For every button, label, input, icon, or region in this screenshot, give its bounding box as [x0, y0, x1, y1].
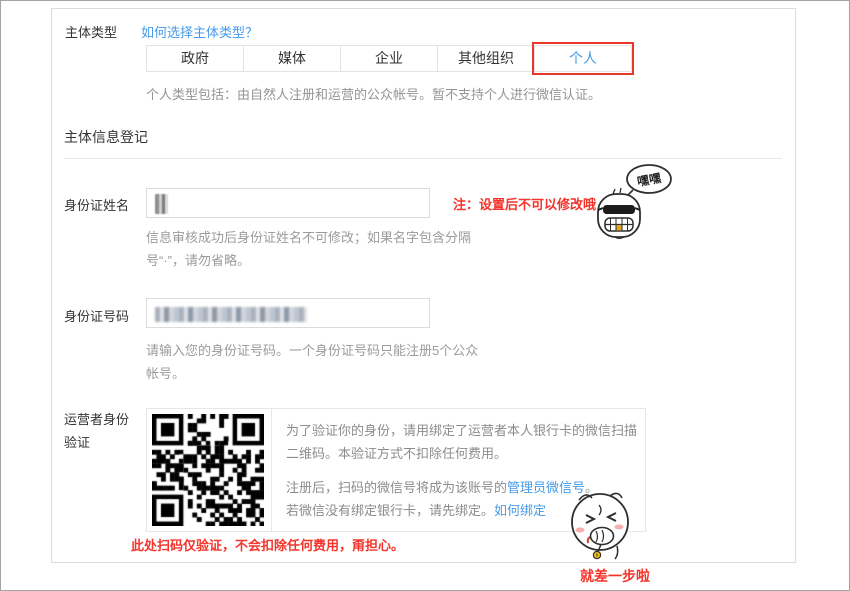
bind-text: 若微信没有绑定银行卡，请先绑定。 — [286, 503, 495, 518]
registration-page: 主体类型 如何选择主体类型？ 政府 媒体 企业 其他组织 个人 个人类型包括：由… — [0, 0, 850, 591]
id-name-input[interactable] — [146, 188, 430, 218]
operator-verify-label-line2: 验证 — [64, 435, 91, 450]
section-title: 主体信息登记 — [64, 129, 148, 145]
masked-name-value — [155, 194, 168, 214]
operator-verify-label-line1: 运营者身份 — [64, 412, 130, 427]
qr-panel-divider — [271, 409, 272, 531]
admin-text: 注册后，扫码的微信号将成为该账号的 — [286, 480, 508, 495]
section-divider — [64, 158, 782, 159]
admin-wechat-link[interactable]: 管理员微信号 — [507, 480, 585, 495]
verify-instruction-line1: 为了验证你的身份，请用绑定了运营者本人银行卡的微信扫描 — [286, 423, 638, 438]
how-to-bind-link[interactable]: 如何绑定 — [494, 503, 546, 518]
id-name-help-line2: 号“·”，请勿省略。 — [146, 253, 250, 268]
tab-other-organization[interactable]: 其他组织 — [438, 46, 535, 71]
qr-code — [152, 414, 264, 526]
admin-text-period: 。 — [585, 480, 599, 495]
id-number-help-line1: 请输入您的身份证号码。一个身份证号码只能注册5个公众 — [146, 343, 479, 358]
footer-red-note: 就差一步啦 — [580, 568, 650, 584]
id-number-help-line2: 帐号。 — [146, 366, 186, 381]
qr-red-caption: 此处扫码仅验证，不会扣除任何费用，甭担心。 — [131, 538, 405, 553]
id-name-help-line1: 信息审核成功后身份证姓名不可修改；如果名字包含分隔 — [146, 230, 472, 245]
subject-type-label: 主体类型 — [65, 25, 118, 40]
tab-media[interactable]: 媒体 — [244, 46, 341, 71]
masked-id-number-value — [155, 307, 307, 322]
personal-type-description: 个人类型包括：由自然人注册和运营的公众帐号。暂不支持个人进行微信认证。 — [146, 87, 602, 102]
tab-government[interactable]: 政府 — [147, 46, 244, 71]
tab-enterprise[interactable]: 企业 — [341, 46, 438, 71]
verify-instruction-line2: 二维码。本验证方式不扣除任何费用。 — [286, 446, 508, 461]
verify-instruction-line3: 注册后，扫码的微信号将成为该账号的管理员微信号。 — [286, 477, 598, 496]
how-to-choose-link[interactable]: 如何选择主体类型？ — [141, 22, 258, 41]
id-number-input[interactable] — [146, 298, 430, 328]
subject-type-tabs: 政府 媒体 企业 其他组织 个人 — [146, 45, 632, 72]
id-number-label: 身份证号码 — [64, 309, 130, 324]
verify-instruction-line4: 若微信没有绑定银行卡，请先绑定。如何绑定 — [286, 500, 546, 519]
id-name-red-note: 注：设置后不可以修改哦 — [453, 197, 597, 212]
tab-personal[interactable]: 个人 — [535, 46, 631, 71]
id-name-label: 身份证姓名 — [64, 198, 130, 213]
